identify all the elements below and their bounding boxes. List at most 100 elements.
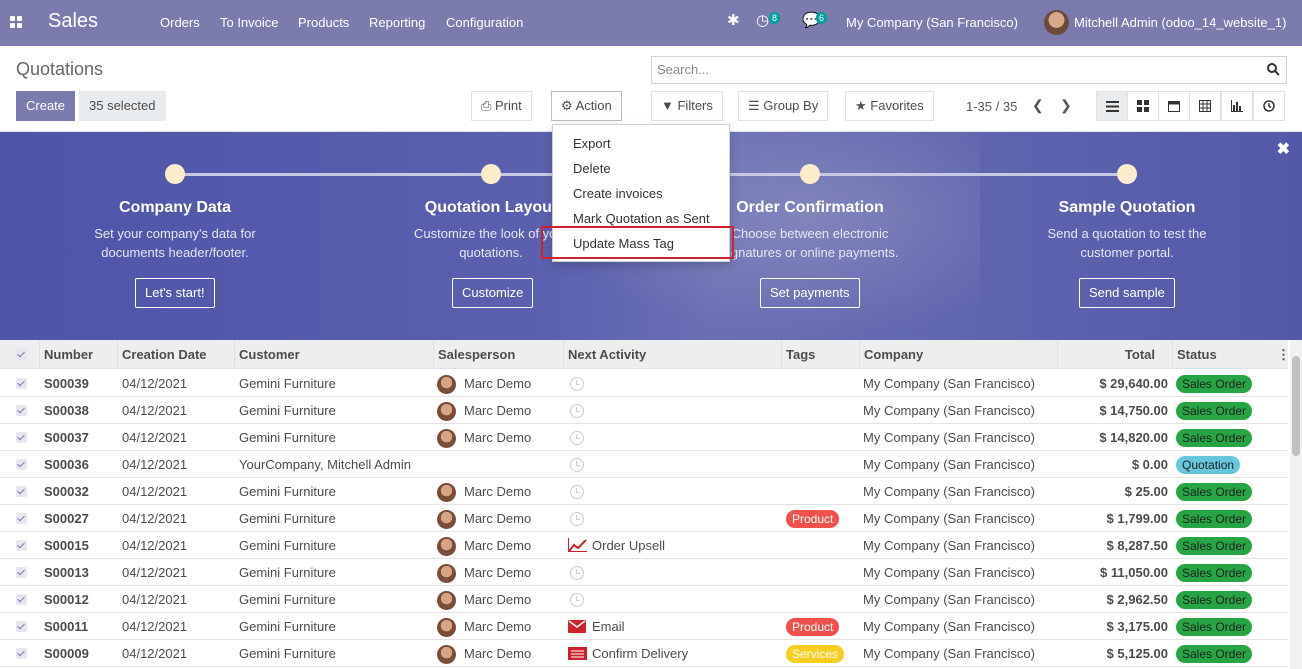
create-button[interactable]: Create	[16, 91, 76, 121]
table-row[interactable]: S00032 04/12/2021 Gemini Furniture Marc Dem…	[0, 478, 1288, 505]
search-icon[interactable]	[1267, 63, 1280, 76]
step-desc-sample-quotation: Send a quotation to test the customer por…	[1047, 226, 1207, 260]
company-switcher[interactable]: My Company (San Francisco)	[846, 15, 1018, 30]
cell-salesperson: Marc Demo	[464, 619, 532, 634]
apps-menu-icon[interactable]	[10, 16, 23, 29]
action-button[interactable]: ⚙ Action	[551, 91, 622, 121]
salesperson-avatar	[437, 402, 456, 421]
row-checkbox[interactable]	[16, 648, 27, 659]
header-number[interactable]: Number	[44, 347, 93, 362]
header-status[interactable]: Status	[1177, 347, 1217, 362]
table-row[interactable]: S00009 04/12/2021 Gemini Furniture Marc Dem…	[0, 640, 1288, 667]
cell-company: My Company (San Francisco)	[863, 457, 1035, 472]
scrollbar[interactable]	[1290, 340, 1302, 669]
table-row[interactable]: S00012 04/12/2021 Gemini Furniture Marc Dem…	[0, 586, 1288, 613]
filters-button[interactable]: ▼ Filters	[651, 91, 723, 121]
graph-view-icon[interactable]	[1221, 91, 1253, 121]
menu-configuration[interactable]: Configuration	[446, 15, 523, 30]
row-checkbox[interactable]	[16, 432, 27, 443]
activity-clock-icon[interactable]	[570, 377, 584, 391]
upsell-chart-icon[interactable]	[568, 538, 587, 552]
menu-item-create-invoices[interactable]: Create invoices	[573, 186, 663, 201]
header-creation-date[interactable]: Creation Date	[122, 347, 207, 362]
user-menu[interactable]: Mitchell Admin (odoo_14_website_1)	[1074, 15, 1286, 30]
row-checkbox[interactable]	[16, 459, 27, 470]
lets-start-button[interactable]: Let's start!	[135, 278, 215, 308]
header-salesperson[interactable]: Salesperson	[438, 347, 515, 362]
row-checkbox[interactable]	[16, 378, 27, 389]
delivery-icon[interactable]	[568, 647, 587, 660]
activity-clock-icon[interactable]	[570, 512, 584, 526]
header-customer[interactable]: Customer	[239, 347, 300, 362]
cell-company: My Company (San Francisco)	[863, 484, 1035, 499]
cell-date: 04/12/2021	[122, 538, 188, 553]
menu-item-export[interactable]: Export	[573, 136, 611, 151]
step-dot	[481, 164, 501, 184]
bug-icon[interactable]: ✱	[727, 11, 740, 29]
activity-clock-icon[interactable]	[570, 458, 584, 472]
activity-clock-icon[interactable]: ◷	[756, 11, 769, 29]
message-count-badge: 6	[816, 12, 828, 24]
scrollbar-thumb[interactable]	[1292, 356, 1300, 456]
list-view-icon[interactable]	[1096, 91, 1128, 121]
row-checkbox[interactable]	[16, 621, 27, 632]
menu-item-delete[interactable]: Delete	[573, 161, 611, 176]
menu-orders[interactable]: Orders	[160, 15, 200, 30]
pager-previous-icon[interactable]: ❮	[1032, 97, 1044, 114]
activity-clock-icon[interactable]	[570, 431, 584, 445]
table-row[interactable]: S00027 04/12/2021 Gemini Furniture Marc Dem…	[0, 505, 1288, 532]
activity-clock-icon[interactable]	[570, 485, 584, 499]
favorites-label: Favorites	[870, 98, 924, 113]
app-brand[interactable]: Sales	[48, 10, 98, 33]
header-company[interactable]: Company	[864, 347, 923, 362]
set-payments-button[interactable]: Set payments	[760, 278, 860, 308]
cell-customer: YourCompany, Mitchell Admin	[239, 457, 411, 472]
favorites-button[interactable]: ★ Favorites	[845, 91, 934, 121]
email-icon[interactable]	[568, 620, 586, 633]
kanban-view-icon[interactable]	[1127, 91, 1159, 121]
salesperson-avatar	[437, 537, 456, 556]
print-button[interactable]: ⎙ Print	[471, 91, 532, 121]
table-row[interactable]: S00039 04/12/2021 Gemini Furniture Marc Dem…	[0, 370, 1288, 397]
row-checkbox[interactable]	[16, 567, 27, 578]
user-avatar[interactable]	[1044, 10, 1069, 35]
table-row[interactable]: S00013 04/12/2021 Gemini Furniture Marc Dem…	[0, 559, 1288, 586]
activity-clock-icon[interactable]	[570, 593, 584, 607]
search-input[interactable]: Search...	[651, 56, 1287, 84]
table-row[interactable]: S00011 04/12/2021 Gemini Furniture Marc Dem…	[0, 613, 1288, 640]
header-next-activity[interactable]: Next Activity	[568, 347, 646, 362]
column-options-icon[interactable]: ⋮	[1277, 347, 1288, 363]
cell-company: My Company (San Francisco)	[863, 511, 1035, 526]
send-sample-button[interactable]: Send sample	[1079, 278, 1175, 308]
header-tags[interactable]: Tags	[786, 347, 815, 362]
customize-button[interactable]: Customize	[452, 278, 534, 308]
table-row[interactable]: S00015 04/12/2021 Gemini Furniture Marc Dem…	[0, 532, 1288, 559]
row-checkbox[interactable]	[16, 594, 27, 605]
row-checkbox[interactable]	[16, 540, 27, 551]
close-icon[interactable]: ✖	[1277, 139, 1290, 159]
cell-date: 04/12/2021	[122, 403, 188, 418]
menu-item-mark-quotation-sent[interactable]: Mark Quotation as Sent	[573, 211, 710, 226]
calendar-view-icon[interactable]	[1158, 91, 1190, 121]
cell-customer: Gemini Furniture	[239, 484, 336, 499]
row-checkbox[interactable]	[16, 513, 27, 524]
menu-reporting[interactable]: Reporting	[369, 15, 425, 30]
pager-value[interactable]: 1-35 / 35	[966, 99, 1017, 114]
status-badge: Sales Order	[1176, 645, 1253, 663]
header-total[interactable]: Total	[1062, 347, 1155, 362]
row-checkbox[interactable]	[16, 486, 27, 497]
table-row[interactable]: S00038 04/12/2021 Gemini Furniture Marc Dem…	[0, 397, 1288, 424]
table-row[interactable]: S00037 04/12/2021 Gemini Furniture Marc Dem…	[0, 424, 1288, 451]
menu-to-invoice[interactable]: To Invoice	[220, 15, 279, 30]
menu-products[interactable]: Products	[298, 15, 349, 30]
activity-clock-icon[interactable]	[570, 566, 584, 580]
activity-clock-icon[interactable]	[570, 404, 584, 418]
cell-customer: Gemini Furniture	[239, 619, 336, 634]
groupby-button[interactable]: ☰ Group By	[738, 91, 829, 121]
row-checkbox[interactable]	[16, 405, 27, 416]
pivot-view-icon[interactable]	[1189, 91, 1221, 121]
pager-next-icon[interactable]: ❯	[1060, 97, 1072, 114]
select-all-checkbox[interactable]	[16, 349, 27, 360]
table-row[interactable]: S00036 04/12/2021 YourCompany, Mitchell Ad…	[0, 451, 1288, 478]
activity-view-icon[interactable]	[1253, 91, 1285, 121]
